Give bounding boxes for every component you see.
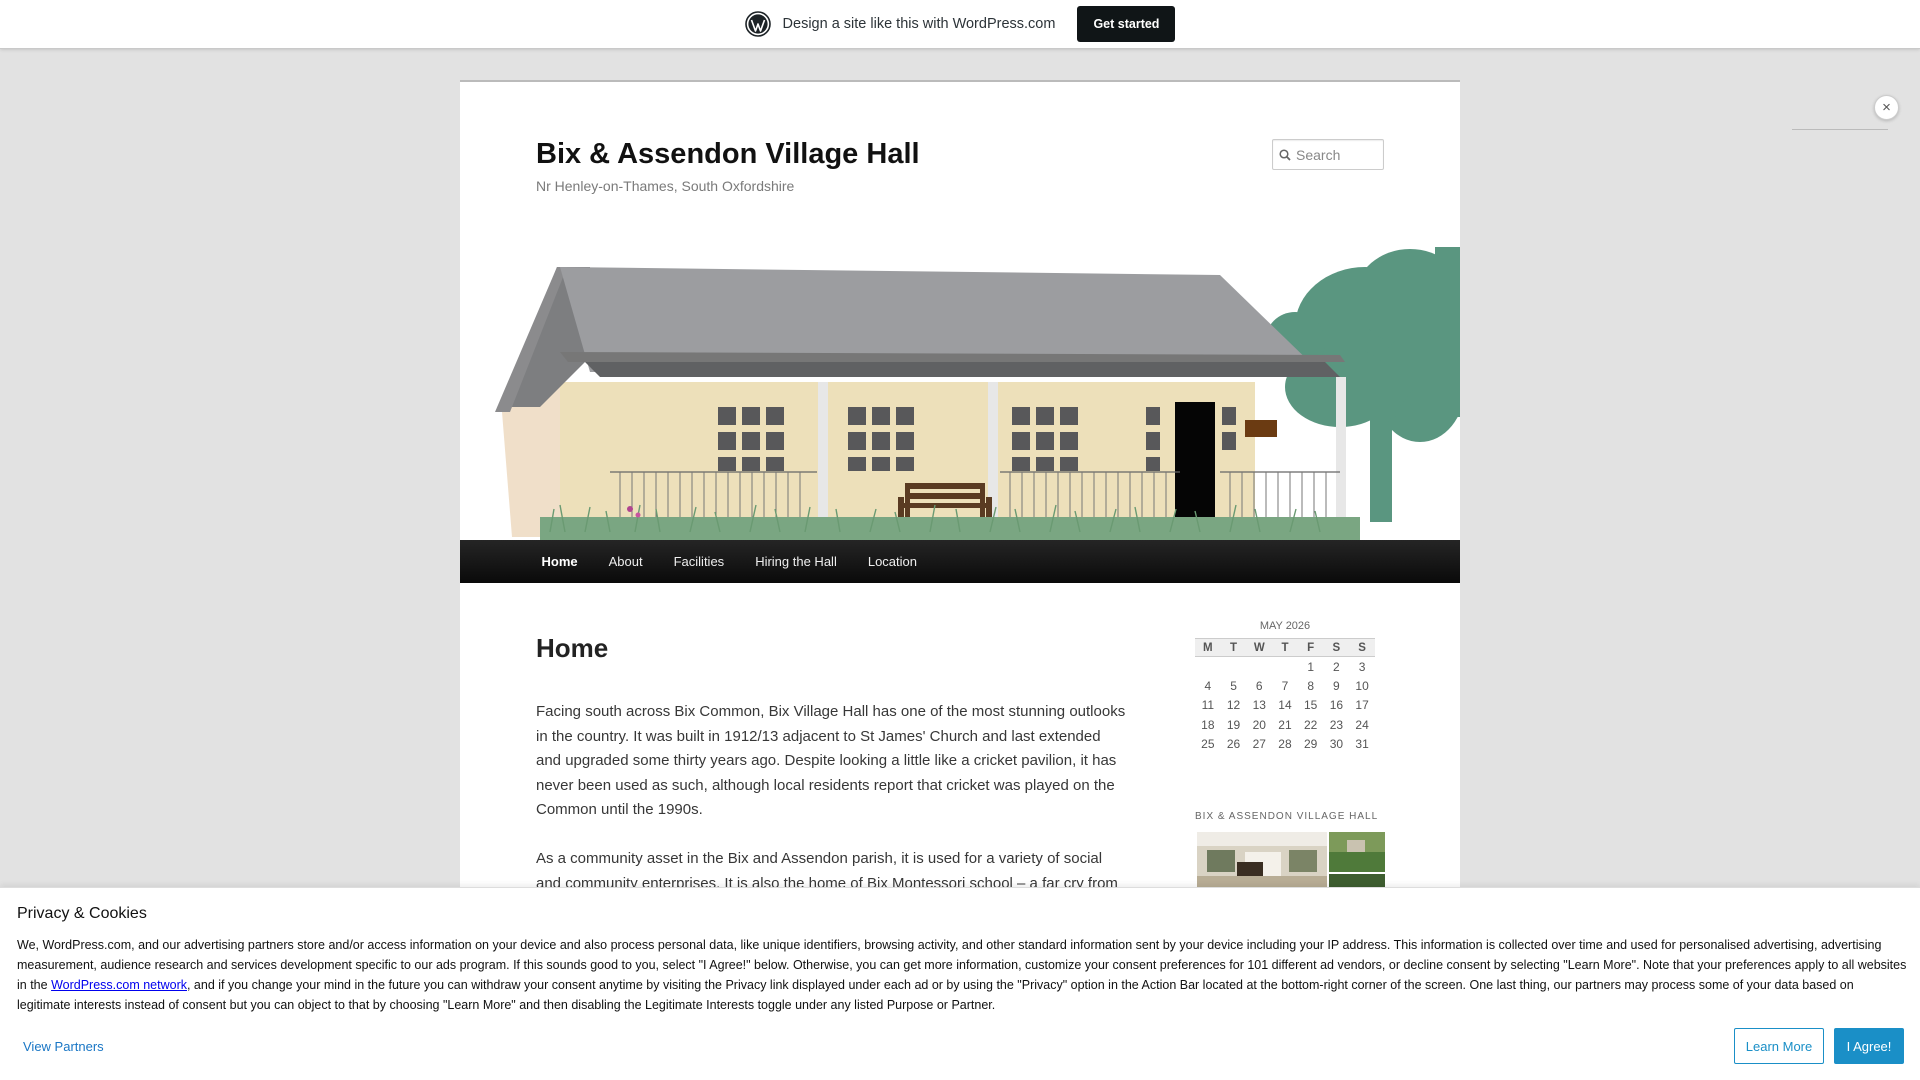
- calendar-week: 18 19 20 21 22 23 24: [1195, 715, 1375, 735]
- site-description: Nr Henley-on-Thames, South Oxfordshire: [536, 178, 795, 194]
- calendar-week: 25 26 27 28 29 30 31: [1195, 735, 1375, 755]
- calendar-day: 20: [1252, 717, 1266, 732]
- consent-text: We, WordPress.com, and our advertising p…: [17, 935, 1907, 1015]
- calendar-day-header: W: [1246, 638, 1273, 657]
- promo-text: Design a site like this with WordPress.c…: [782, 16, 1056, 32]
- calendar-day: 6: [1255, 678, 1263, 693]
- village-hall-header-image[interactable]: [460, 247, 1460, 540]
- calendar-day: 22: [1303, 717, 1318, 732]
- privacy-cookies-banner: Privacy & Cookies We, WordPress.com, and…: [0, 887, 1920, 1080]
- calendar-day-header: M: [1195, 638, 1221, 657]
- nav-location[interactable]: Location: [852, 540, 932, 583]
- calendar-day: 30: [1329, 737, 1344, 752]
- agree-button[interactable]: I Agree!: [1834, 1028, 1904, 1064]
- calendar-day-header: F: [1297, 638, 1324, 657]
- calendar-day: [1195, 657, 1221, 677]
- search-input[interactable]: Search: [1272, 139, 1384, 170]
- wordpress-network-link[interactable]: WordPress.com network: [51, 978, 187, 992]
- calendar-day: 23: [1329, 717, 1344, 732]
- calendar-day: 5: [1230, 678, 1237, 693]
- calendar-caption: MAY 2026: [1259, 620, 1311, 632]
- calendar-day: 27: [1252, 737, 1266, 752]
- calendar-day: 19: [1226, 717, 1241, 732]
- calendar-day: 10: [1355, 678, 1369, 693]
- entry-paragraph: Facing south across Bix Common, Bix Vill…: [536, 703, 1126, 819]
- calendar-day: 15: [1303, 698, 1318, 713]
- calendar-day: 8: [1307, 678, 1314, 693]
- calendar-day: 18: [1201, 717, 1215, 732]
- close-button[interactable]: ×: [1874, 95, 1899, 120]
- calendar-day: 25: [1201, 737, 1215, 752]
- search-icon: [1279, 148, 1291, 161]
- calendar-widget: MAY 2026 M T W T F S S 1 2 3 4 5 6 7 8 9…: [1195, 620, 1375, 754]
- calendar-day: 1: [1307, 659, 1314, 674]
- calendar-day: 24: [1355, 717, 1369, 732]
- calendar-day: 26: [1226, 737, 1241, 752]
- calendar-day: [1272, 657, 1298, 677]
- calendar-day: [1221, 657, 1247, 677]
- calendar-day: 31: [1355, 737, 1369, 752]
- calendar-day: 9: [1333, 678, 1340, 693]
- nav-about[interactable]: About: [593, 540, 658, 583]
- calendar-day-header: T: [1272, 638, 1298, 657]
- calendar-day: 28: [1278, 737, 1292, 752]
- calendar-day: 4: [1204, 678, 1212, 693]
- close-divider: [1792, 129, 1888, 130]
- search-placeholder: Search: [1296, 146, 1341, 163]
- page-title: Home: [536, 633, 609, 663]
- calendar-day-header: S: [1349, 638, 1375, 657]
- gallery-widget-title: BIX & ASSENDON VILLAGE HALL: [1195, 811, 1379, 822]
- view-partners-link[interactable]: View Partners: [23, 1039, 104, 1054]
- calendar-day: 3: [1358, 659, 1366, 674]
- consent-title: Privacy & Cookies: [17, 905, 147, 922]
- main-navigation: Home About Facilities Hiring the Hall Lo…: [460, 540, 1460, 583]
- calendar-day: 2: [1333, 659, 1340, 674]
- calendar-week: 4 5 6 7 8 9 10: [1195, 676, 1375, 696]
- calendar-day-header: S: [1323, 638, 1350, 657]
- wordpress-promo-bar: Design a site like this with WordPress.c…: [0, 0, 1920, 49]
- calendar-day: 17: [1355, 698, 1369, 713]
- calendar-week: 1 2 3: [1195, 657, 1375, 677]
- calendar-day-header: T: [1220, 638, 1247, 657]
- calendar-day: 16: [1329, 698, 1344, 713]
- calendar-table: M T W T F S S 1 2 3 4 5 6 7 8 9 10 11 12…: [1195, 638, 1375, 754]
- calendar-week: 11 12 13 14 15 16 17: [1195, 696, 1375, 716]
- nav-hiring-the-hall[interactable]: Hiring the Hall: [740, 540, 853, 583]
- calendar-day: 12: [1226, 698, 1241, 713]
- calendar-day: 14: [1278, 698, 1292, 713]
- learn-more-button[interactable]: Learn More: [1734, 1028, 1824, 1064]
- calendar-day: 29: [1303, 737, 1318, 752]
- calendar-day: 11: [1201, 698, 1215, 713]
- wordpress-logo-icon[interactable]: [744, 11, 771, 37]
- get-started-button[interactable]: Get started: [1077, 6, 1176, 42]
- calendar-day: 7: [1281, 678, 1289, 693]
- calendar-day: 13: [1252, 698, 1266, 713]
- calendar-day: [1246, 657, 1272, 677]
- nav-facilities[interactable]: Facilities: [658, 540, 740, 583]
- consent-text-part: , and if you change your mind in the fut…: [17, 978, 1854, 1012]
- site-title[interactable]: Bix & Assendon Village Hall: [536, 138, 920, 171]
- nav-home[interactable]: Home: [526, 540, 593, 583]
- calendar-day: 21: [1278, 717, 1292, 732]
